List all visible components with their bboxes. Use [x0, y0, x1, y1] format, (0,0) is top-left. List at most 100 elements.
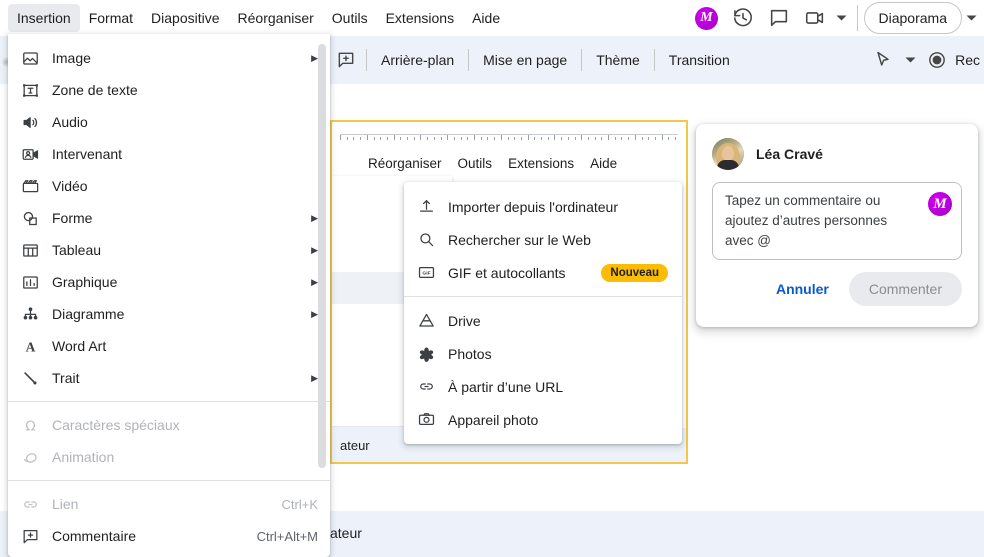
nested-ruler-tick: [427, 137, 429, 140]
speaker-spotlight-icon: [8, 145, 52, 164]
nested-ruler-tick: [554, 135, 556, 140]
line-icon: [8, 369, 52, 388]
submenu-item-rechercher-sur-le-web[interactable]: Rechercher sur le Web: [404, 223, 682, 256]
menubar-item-format[interactable]: Format: [80, 4, 142, 32]
submit-comment-button[interactable]: Commenter: [848, 272, 962, 306]
nested-ruler-tick: [668, 137, 670, 140]
nested-ruler-tick: [641, 137, 643, 140]
nested-ruler-tick: [346, 137, 348, 140]
theme-button[interactable]: Thème: [586, 46, 650, 74]
comment-actions: Annuler Commenter: [712, 272, 962, 306]
transition-button[interactable]: Transition: [659, 46, 740, 74]
menubar-item-reorganiser[interactable]: Réorganiser: [229, 4, 323, 32]
menu-item-lien: Lien Ctrl+K: [8, 488, 330, 520]
toolbar-left-group: Arrière-plan Mise en page Thème Transiti…: [330, 44, 740, 76]
omega-icon: Ω: [8, 416, 52, 435]
submenu-item-label: Rechercher sur le Web: [448, 231, 591, 248]
nested-ruler: [340, 130, 678, 140]
nested-ruler-tick: [654, 137, 656, 140]
upload-icon: [404, 197, 448, 216]
word-art-icon: A: [8, 337, 52, 356]
link-icon: [404, 377, 448, 396]
menu-item-label: Graphique: [52, 274, 118, 290]
nested-ruler-tick: [514, 137, 516, 140]
menu-item-image[interactable]: Image ▶: [8, 42, 330, 74]
menubar-item-diapositive[interactable]: Diapositive: [142, 4, 228, 32]
layout-button[interactable]: Mise en page: [473, 46, 577, 74]
menu-item-audio[interactable]: Audio: [8, 106, 330, 138]
background-button[interactable]: Arrière-plan: [371, 46, 464, 74]
toolbar-divider: [366, 49, 367, 71]
menu-item-label: Animation: [52, 449, 115, 465]
submenu-item-gif-et-autocollants[interactable]: GIF GIF et autocollants Nouveau: [404, 256, 682, 289]
submenu-item-label: Drive: [448, 312, 481, 329]
submenu-item-label: GIF et autocollants: [448, 264, 566, 281]
menu-item-animation: Animation: [8, 441, 330, 473]
nested-menubar-item-2: Extensions: [508, 155, 575, 171]
add-comment-icon[interactable]: [330, 44, 362, 76]
gemini-m-logo-icon[interactable]: M: [689, 0, 725, 36]
search-icon: [404, 230, 448, 249]
audio-icon: [8, 113, 52, 132]
slideshow-button[interactable]: Diaporama: [863, 2, 962, 34]
nested-menubar-item-3: Aide: [590, 155, 618, 171]
meet-video-icon[interactable]: [797, 0, 833, 36]
cursor-caret-icon[interactable]: [901, 42, 919, 78]
nested-ruler-tick: [527, 135, 529, 140]
menubar-item-extensions[interactable]: Extensions: [377, 4, 463, 32]
comment-input[interactable]: Tapez un commentaire ou ajoutez d’autres…: [712, 182, 962, 260]
nested-menubar-item-0: Réorganiser: [368, 155, 442, 171]
cancel-button[interactable]: Annuler: [764, 273, 841, 305]
nested-ruler-tick: [634, 135, 636, 140]
nested-ruler-tick: [360, 137, 362, 140]
nested-ruler-tick: [494, 137, 496, 140]
svg-text:A: A: [25, 339, 35, 354]
menu-item-commentaire[interactable]: Commentaire Ctrl+Alt+M: [8, 520, 330, 552]
menu-item-diagramme[interactable]: Diagramme ▶: [8, 298, 330, 330]
svg-text:Ω: Ω: [25, 419, 35, 434]
gif-icon: GIF: [404, 263, 448, 282]
menu-item-label: Word Art: [52, 338, 107, 354]
nested-ruler-tick: [547, 137, 549, 140]
menubar-item-aide[interactable]: Aide: [463, 4, 509, 32]
add-comment-icon: [8, 527, 52, 546]
toolbar-divider: [653, 49, 655, 71]
nested-ruler-tick: [480, 137, 482, 140]
image-icon: [8, 49, 52, 68]
menubar-item-insertion[interactable]: Insertion: [8, 4, 80, 32]
menu-item-intervenant[interactable]: Intervenant: [8, 138, 330, 170]
submenu-item-photos[interactable]: Photos: [404, 337, 682, 370]
select-cursor-icon[interactable]: [867, 44, 899, 76]
gemini-m-logo-icon[interactable]: M: [928, 192, 952, 216]
link-icon: [8, 495, 52, 514]
submenu-item-appareil-photo[interactable]: Appareil photo: [404, 403, 682, 436]
version-history-icon[interactable]: [725, 0, 761, 36]
menu-item-graphique[interactable]: Graphique ▶: [8, 266, 330, 298]
menubar-item-outils[interactable]: Outils: [323, 4, 377, 32]
menu-item-vid-o[interactable]: Vidéo: [8, 170, 330, 202]
menu-item-word-art[interactable]: A Word Art: [8, 330, 330, 362]
menu-item-trait[interactable]: Trait ▶: [8, 362, 330, 394]
submenu-item-drive[interactable]: Drive: [404, 304, 682, 337]
menu-item-zone-de-texte[interactable]: Zone de texte: [8, 74, 330, 106]
nested-ruler-tick: [407, 137, 408, 140]
nested-ruler-tick: [574, 137, 576, 140]
image-submenu: Importer depuis l'ordinateur Rechercher s…: [404, 182, 682, 444]
menu-item-forme[interactable]: Forme ▶: [8, 202, 330, 234]
record-circle-icon[interactable]: [921, 44, 953, 76]
menu-item-label: Intervenant: [52, 146, 123, 162]
nested-ruler-tick: [601, 137, 603, 140]
menu-item-tableau[interactable]: Tableau ▶: [8, 234, 330, 266]
record-label: Rec: [955, 52, 980, 68]
comment-icon[interactable]: [761, 0, 797, 36]
nested-ruler-tick: [386, 137, 388, 140]
nested-ruler-tick: [581, 135, 583, 140]
nested-ruler-tick: [487, 137, 489, 140]
nested-ruler-tick: [661, 135, 663, 140]
submenu-item-importer-depuis-l-ordinateur[interactable]: Importer depuis l'ordinateur: [404, 190, 682, 223]
slideshow-caret-icon[interactable]: [962, 0, 980, 36]
dropdown-scrollbar[interactable]: [318, 44, 326, 468]
meet-caret-icon[interactable]: [833, 0, 851, 36]
submenu-item-partir-d-une-url[interactable]: À partir d’une URL: [404, 370, 682, 403]
nested-ruler-tick: [340, 135, 341, 140]
